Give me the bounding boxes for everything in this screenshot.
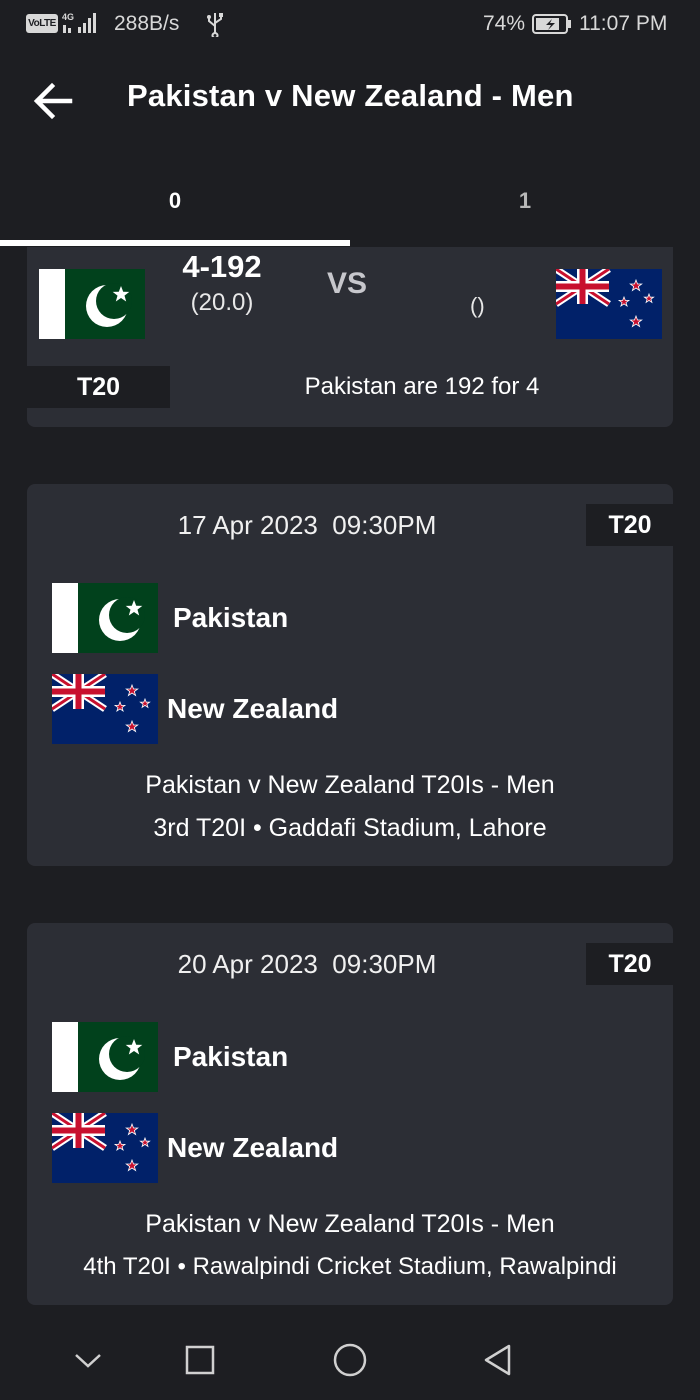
tab-0[interactable]: 0	[0, 168, 350, 240]
pakistan-flag-icon	[52, 1022, 158, 1092]
home-score: 4-192	[182, 249, 262, 284]
svg-text:4G: 4G	[62, 12, 74, 22]
clock: 11:07 PM	[579, 12, 668, 35]
match-info: 3rd T20I • Gaddafi Stadium, Lahore	[153, 814, 547, 842]
circle-home-icon[interactable]	[330, 1340, 370, 1380]
tab-bar: 0 1	[0, 168, 700, 248]
fixture-date: 17 Apr 2023 09:30PM	[177, 510, 437, 540]
usb-icon	[207, 13, 223, 37]
pakistan-flag-icon	[39, 269, 145, 339]
tab-1[interactable]: 1	[350, 168, 700, 240]
series-name: Pakistan v New Zealand T20Is - Men	[145, 771, 555, 799]
battery-charging-icon	[532, 14, 571, 34]
home-team-name: Pakistan	[173, 602, 289, 633]
signal-strength-icon: 4G	[62, 12, 96, 33]
fixture-card[interactable]: 17 Apr 2023 09:30PM T20 Pakistan New Zea…	[27, 484, 673, 866]
home-overs: (20.0)	[190, 289, 254, 316]
triangle-back-icon[interactable]	[478, 1340, 518, 1380]
match-summary: Pakistan are 192 for 4	[304, 373, 540, 400]
format-badge: T20	[27, 366, 170, 408]
new-zealand-flag-icon	[556, 269, 662, 339]
match-info: 4th T20I • Rawalpindi Cricket Stadium, R…	[83, 1253, 617, 1280]
square-recents-icon[interactable]	[180, 1340, 220, 1380]
away-team-name: New Zealand	[167, 693, 339, 724]
volte-badge: VoLTE	[26, 14, 58, 33]
arrow-left-icon[interactable]	[28, 78, 78, 124]
new-zealand-flag-icon	[52, 1113, 158, 1183]
fixture-date: 20 Apr 2023 09:30PM	[177, 949, 437, 979]
network-speed: 288B/s	[114, 12, 180, 35]
live-match-card[interactable]: 4-192 (20.0) VS () T20 Pakistan are 192 …	[27, 247, 673, 427]
battery-percentage: 74%	[483, 12, 526, 35]
format-badge: T20	[586, 943, 673, 985]
system-nav-bar	[0, 1322, 700, 1400]
away-score: ()	[470, 293, 485, 318]
fixture-card[interactable]: 20 Apr 2023 09:30PM T20 Pakistan New Zea…	[27, 923, 673, 1305]
app-bar: Pakistan v New Zealand - Men	[0, 48, 700, 158]
chevron-down-icon[interactable]	[68, 1340, 108, 1380]
pakistan-flag-icon	[52, 583, 158, 653]
new-zealand-flag-icon	[52, 674, 158, 744]
home-team-name: Pakistan	[173, 1041, 289, 1072]
tab-indicator	[0, 240, 350, 246]
away-team-name: New Zealand	[167, 1132, 339, 1163]
page-title: Pakistan v New Zealand - Men	[127, 78, 574, 113]
vs-label: VS	[327, 267, 368, 300]
series-name: Pakistan v New Zealand T20Is - Men	[145, 1210, 555, 1238]
format-badge: T20	[586, 504, 673, 546]
status-bar: VoLTE 4G 288B/s 74% 11:07 PM	[0, 0, 700, 48]
